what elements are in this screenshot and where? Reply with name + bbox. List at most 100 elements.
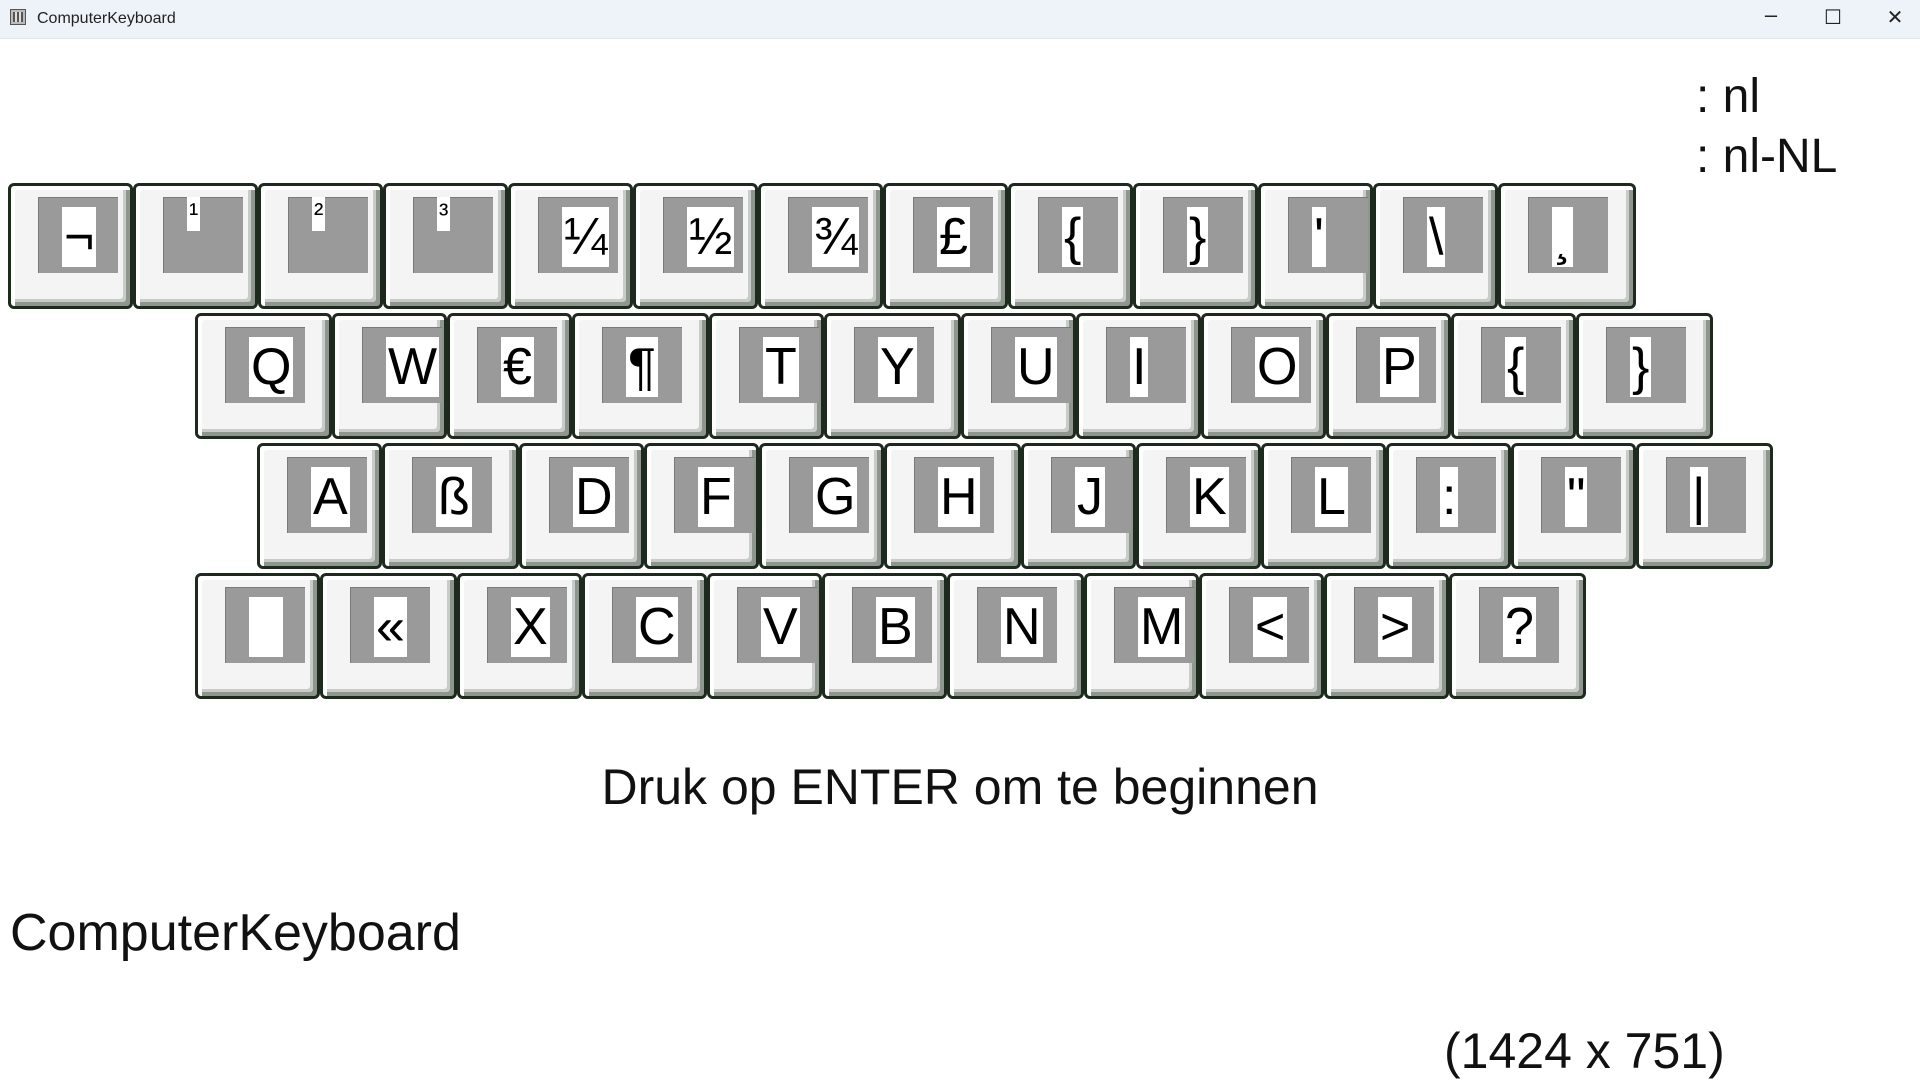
keyboard-key[interactable]: M (1084, 573, 1199, 699)
key-label: ¾ (812, 207, 860, 267)
key-label: ¼ (562, 207, 610, 267)
key-cap: B (852, 587, 932, 663)
keyboard-key[interactable]: N (947, 573, 1084, 699)
key-label: K (1190, 467, 1229, 527)
keyboard-key[interactable]: | (1636, 443, 1773, 569)
keyboard-key[interactable]: > (1324, 573, 1449, 699)
keyboard-key[interactable]: ' (1258, 183, 1373, 309)
keyboard-key[interactable]: U (961, 313, 1076, 439)
maximize-button[interactable]: ☐ (1802, 0, 1864, 36)
key-label: W (386, 337, 440, 397)
key-cap: " (1541, 457, 1621, 533)
keyboard-key[interactable]: L (1261, 443, 1386, 569)
key-label: { (1505, 337, 1527, 397)
keyboard-key[interactable]: K (1136, 443, 1261, 569)
keyboard-key[interactable]: ¹ (133, 183, 258, 309)
keyboard-key[interactable]: Y (824, 313, 961, 439)
keyboard-key[interactable]: W (332, 313, 447, 439)
keyboard-key[interactable]: P (1326, 313, 1451, 439)
key-cap: ³ (413, 197, 493, 273)
keyboard-key[interactable]: D (519, 443, 644, 569)
keyboard-key[interactable]: O (1201, 313, 1326, 439)
keyboard-key[interactable]: \ (1373, 183, 1498, 309)
window-title: ComputerKeyboard (37, 10, 176, 27)
title-bar[interactable]: ComputerKeyboard – ☐ ✕ (0, 0, 1920, 39)
key-label: H (938, 467, 980, 527)
key-cap: \ (1403, 197, 1483, 273)
keyboard-key[interactable]: " (1511, 443, 1636, 569)
key-cap: I (1106, 327, 1186, 403)
key-label: F (698, 467, 734, 527)
key-cap: M (1114, 587, 1194, 663)
key-cap: { (1038, 197, 1118, 273)
key-cap: W (362, 327, 442, 403)
key-label: T (763, 337, 799, 397)
key-label: € (501, 337, 534, 397)
keyboard-key[interactable]: B (822, 573, 947, 699)
keyboard-key[interactable]: ¸ (1498, 183, 1636, 309)
key-label: ¬ (62, 207, 97, 267)
key-cap: V (737, 587, 817, 663)
keyboard-key[interactable]: I (1076, 313, 1201, 439)
key-cap: ¸ (1528, 197, 1608, 273)
keyboard-key[interactable]: < (1199, 573, 1324, 699)
keyboard-key[interactable]: } (1133, 183, 1258, 309)
key-cap: ¼ (538, 197, 618, 273)
key-label: ² (312, 197, 326, 231)
language-code: : nl (1696, 70, 1761, 123)
key-cap: A (287, 457, 367, 533)
keyboard-key[interactable]: ¬ (8, 183, 133, 309)
key-label: { (1062, 207, 1084, 267)
keyboard-key[interactable]: ² (258, 183, 383, 309)
keyboard-key[interactable]: } (1576, 313, 1713, 439)
key-label: " (1565, 467, 1588, 527)
keyboard-key[interactable]: A (257, 443, 382, 569)
keyboard-key[interactable]: F (644, 443, 759, 569)
keyboard-key[interactable]: H (884, 443, 1021, 569)
key-label: } (1630, 337, 1652, 397)
key-label: G (813, 467, 858, 527)
close-button[interactable]: ✕ (1864, 0, 1920, 36)
key-cap: < (1229, 587, 1309, 663)
key-label: V (761, 597, 800, 657)
key-label: ³ (437, 197, 451, 231)
key-cap: U (991, 327, 1071, 403)
keyboard-key[interactable]: { (1008, 183, 1133, 309)
keyboard-key[interactable]: ½ (633, 183, 758, 309)
keyboard-key[interactable]: { (1451, 313, 1576, 439)
keyboard-key[interactable]: ¶ (572, 313, 709, 439)
keyboard-key[interactable]: ¾ (758, 183, 883, 309)
key-label: Q (249, 337, 294, 397)
keyboard-key[interactable]: £ (883, 183, 1008, 309)
keyboard-key[interactable]: € (447, 313, 572, 439)
key-label: N (1001, 597, 1043, 657)
key-label: ? (1503, 597, 1536, 657)
key-label: | (1690, 467, 1708, 527)
key-cap: ¬ (38, 197, 118, 273)
keyboard-key[interactable]: C (582, 573, 707, 699)
key-cap: ß (412, 457, 492, 533)
key-cap: ¹ (163, 197, 243, 273)
keyboard-key[interactable]: « (320, 573, 457, 699)
keyboard-key[interactable]: V (707, 573, 822, 699)
keyboard-key[interactable] (195, 573, 320, 699)
keyboard-key[interactable]: ¼ (508, 183, 633, 309)
keyboard-key[interactable]: : (1386, 443, 1511, 569)
app-icon (10, 9, 26, 25)
key-label: > (1378, 597, 1413, 657)
keyboard-key[interactable]: Q (195, 313, 332, 439)
keyboard-key[interactable]: ß (382, 443, 519, 569)
keyboard-key[interactable]: X (457, 573, 582, 699)
keyboard-key[interactable]: ³ (383, 183, 508, 309)
key-label: Y (878, 337, 917, 397)
key-cap: { (1481, 327, 1561, 403)
key-cap: } (1606, 327, 1686, 403)
keyboard-key[interactable]: T (709, 313, 824, 439)
key-cap: C (612, 587, 692, 663)
keyboard-key[interactable]: ? (1449, 573, 1586, 699)
keyboard-key[interactable]: J (1021, 443, 1136, 569)
key-label: ¹ (187, 197, 201, 231)
key-cap: F (674, 457, 754, 533)
minimize-button[interactable]: – (1740, 0, 1802, 36)
keyboard-key[interactable]: G (759, 443, 884, 569)
